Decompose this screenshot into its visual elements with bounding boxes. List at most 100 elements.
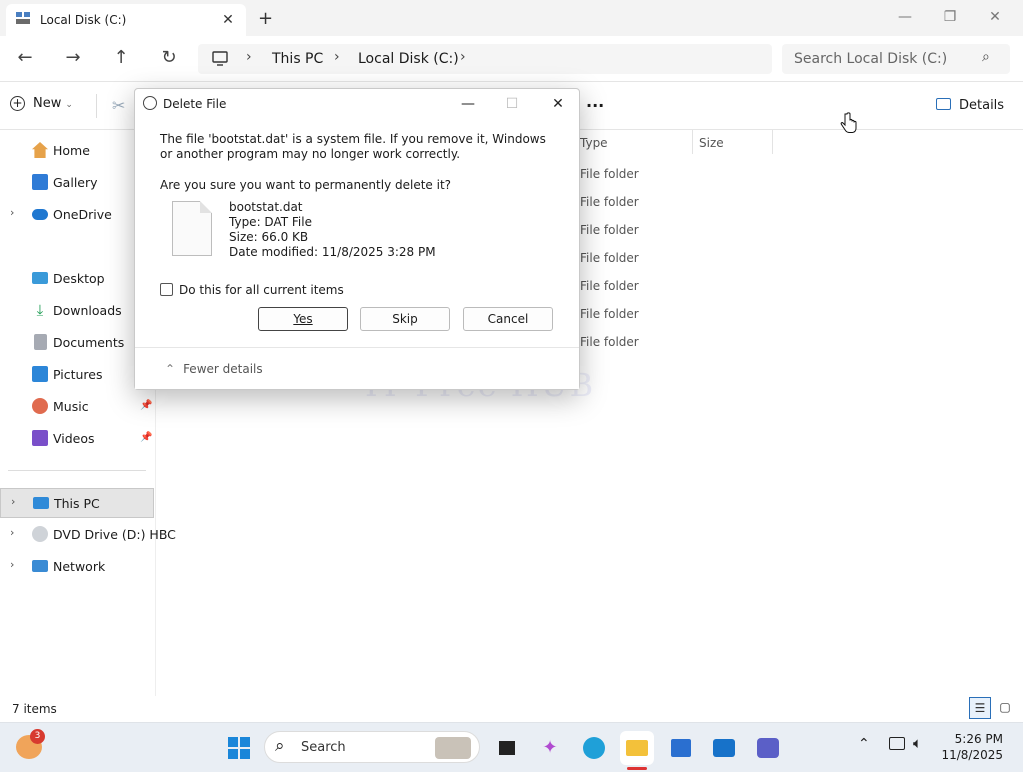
new-tab-button[interactable]: + [258, 8, 273, 29]
file-row-type[interactable]: File folder [580, 167, 639, 181]
details-view-icon[interactable]: ☰ [969, 697, 991, 719]
file-explorer-icon[interactable] [620, 731, 654, 765]
status-item-count: 7 items [12, 702, 57, 716]
monitor-icon [212, 51, 228, 66]
dialog-maximize-icon: ☐ [505, 96, 519, 112]
sidebar-item-downloads[interactable]: ⤓ Downloads [0, 296, 156, 326]
edge-icon[interactable] [577, 731, 611, 765]
documents-icon [34, 334, 47, 350]
sidebar-item-label: Network [53, 559, 106, 574]
sidebar-item-pictures[interactable]: Pictures [0, 360, 156, 390]
yes-button[interactable]: Yes [258, 307, 348, 331]
more-options-icon[interactable]: ... [586, 92, 604, 111]
sidebar-item-this-pc[interactable]: › This PC [0, 488, 154, 518]
up-arrow-icon[interactable]: ↑ [108, 46, 134, 70]
copilot-icon[interactable]: ✦ [533, 731, 567, 765]
breadcrumb-local-disk[interactable]: Local Disk (C:) [358, 51, 459, 67]
expand-chevron-icon[interactable]: › [11, 495, 15, 508]
file-row-type[interactable]: File folder [580, 307, 639, 321]
tiles-view-icon[interactable]: ▢ [994, 697, 1016, 719]
sidebar-item-onedrive[interactable]: › OneDrive [0, 200, 156, 230]
breadcrumb-chevron-icon: › [246, 49, 252, 65]
file-row-type[interactable]: File folder [580, 195, 639, 209]
file-row-type[interactable]: File folder [580, 223, 639, 237]
start-button[interactable] [222, 731, 256, 765]
file-type: Type: DAT File [229, 215, 312, 229]
breadcrumb-this-pc[interactable]: This PC [272, 51, 323, 67]
pictures-icon [32, 366, 48, 382]
sidebar-item-documents[interactable]: Documents [0, 328, 156, 358]
apply-all-checkbox[interactable] [160, 283, 173, 296]
chevron-down-icon: ⌄ [65, 100, 73, 110]
file-row-type[interactable]: File folder [580, 335, 639, 349]
column-header-size[interactable]: Size [699, 136, 724, 150]
new-button[interactable]: + New ⌄ [10, 96, 73, 111]
task-view-icon[interactable] [490, 731, 524, 765]
teams-icon[interactable] [751, 731, 785, 765]
sidebar-item-label: Home [53, 143, 90, 158]
show-hidden-icons-chevron-icon[interactable]: ⌃ [858, 736, 870, 752]
store-icon[interactable] [664, 731, 698, 765]
notification-badge: 3 [30, 729, 45, 744]
column-separator[interactable] [692, 130, 693, 154]
breadcrumb-chevron-icon[interactable]: › [460, 49, 466, 65]
pc-icon [33, 497, 49, 509]
dialog-close-icon[interactable]: ✕ [545, 93, 571, 115]
outlook-icon[interactable] [707, 731, 741, 765]
system-file-warning: The file 'bootstat.dat' is a system file… [160, 132, 546, 161]
address-bar[interactable]: › This PC › Local Disk (C:) › [198, 44, 772, 74]
column-header-type[interactable]: Type [580, 136, 608, 150]
minimize-icon[interactable]: — [890, 6, 920, 28]
clock-icon [143, 96, 157, 110]
sidebar-item-music[interactable]: Music 📌 [0, 392, 156, 422]
refresh-icon[interactable]: ↻ [156, 46, 182, 70]
sidebar-item-home[interactable]: Home [0, 136, 156, 166]
dialog-minimize-icon[interactable]: — [455, 93, 481, 115]
close-window-icon[interactable]: ✕ [980, 6, 1010, 28]
taskbar: 3 ⌕ Search ✦ ⌃ 🔈︎ 5:26 PM 11/8/2025 [0, 722, 1023, 772]
volume-icon[interactable]: 🔈︎ [913, 734, 922, 752]
back-arrow-icon[interactable]: ← [12, 46, 38, 70]
restore-icon[interactable]: ❐ [935, 6, 965, 28]
search-icon: ⌕ [982, 49, 990, 65]
apply-all-label[interactable]: Do this for all current items [179, 283, 344, 297]
fewer-details-label: Fewer details [183, 362, 263, 376]
delete-confirm-question: Are you sure you want to permanently del… [160, 178, 452, 192]
cancel-button[interactable]: Cancel [463, 307, 553, 331]
search-input[interactable]: Search Local Disk (C:) [794, 51, 947, 67]
windows-logo-icon [228, 737, 250, 759]
taskbar-search-label: Search [301, 740, 346, 755]
details-button-label: Details [959, 98, 1005, 113]
expand-chevron-icon[interactable]: › [10, 526, 14, 539]
skip-button[interactable]: Skip [360, 307, 450, 331]
tab-local-disk[interactable]: Local Disk (C:) ✕ [6, 4, 246, 36]
network-status-icon[interactable] [889, 737, 905, 750]
search-box[interactable]: Search Local Disk (C:) ⌕ [782, 44, 1010, 74]
file-row-type[interactable]: File folder [580, 279, 639, 293]
file-row-type[interactable]: File folder [580, 251, 639, 265]
fewer-details-toggle[interactable]: ⌃ Fewer details [165, 362, 263, 376]
sidebar-item-gallery[interactable]: Gallery [0, 168, 156, 198]
sidebar-item-videos[interactable]: Videos 📌 [0, 424, 156, 454]
taskbar-clock[interactable]: 5:26 PM 11/8/2025 [941, 731, 1003, 763]
cancel-button-label: Cancel [487, 312, 529, 326]
clock-time: 5:26 PM [954, 732, 1003, 746]
drive-icon [16, 12, 30, 24]
breadcrumb-chevron-icon: › [334, 49, 340, 65]
taskbar-search[interactable]: ⌕ Search [264, 731, 480, 763]
sidebar-item-desktop[interactable]: Desktop [0, 264, 156, 294]
column-separator[interactable] [772, 130, 773, 154]
pin-icon[interactable]: 📌 [140, 400, 152, 411]
tab-close-icon[interactable]: ✕ [218, 10, 238, 30]
sidebar-item-dvd-drive[interactable]: › DVD Drive (D:) HBC [0, 520, 176, 550]
cut-icon[interactable]: ✂ [112, 96, 125, 115]
toolbar-divider [96, 94, 97, 118]
sidebar-item-label: This PC [54, 496, 100, 511]
sidebar-item-label: Music [53, 399, 89, 414]
details-button[interactable]: Details [936, 98, 1004, 113]
sidebar-item-network[interactable]: › Network [0, 552, 156, 582]
expand-chevron-icon[interactable]: › [10, 558, 14, 571]
pin-icon[interactable]: 📌 [140, 432, 152, 443]
forward-arrow-icon[interactable]: → [60, 46, 86, 70]
expand-chevron-icon[interactable]: › [10, 206, 14, 219]
